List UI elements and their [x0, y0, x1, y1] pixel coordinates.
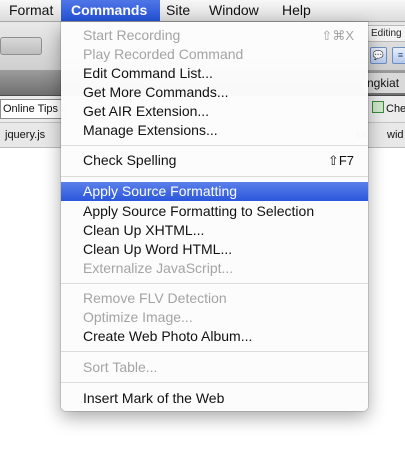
file-tab-wid[interactable]: wid [387, 127, 404, 143]
menu-item-label: Apply Source Formatting to Selection [83, 203, 315, 219]
menu-item-sort-table[interactable]: Sort Table... [61, 358, 368, 377]
menu-item-clean-up-xhtml[interactable]: Clean Up XHTML... [61, 221, 368, 240]
menu-item-label: Play Recorded Command [83, 46, 244, 62]
menu-item-label: Get AIR Extension... [83, 103, 210, 119]
menu-item-shortcut: ⇧⌘X [321, 28, 354, 43]
menu-item-create-web-photo-album[interactable]: Create Web Photo Album... [61, 327, 368, 346]
che-label: Che [386, 103, 405, 115]
menu-separator [61, 283, 368, 284]
menu-separator [61, 176, 368, 177]
menu-item-get-air-extension[interactable]: Get AIR Extension... [61, 102, 368, 121]
toolbar-field[interactable] [0, 37, 42, 55]
menu-item-manage-extensions[interactable]: Manage Extensions... [61, 121, 368, 140]
commands-menu: Start Recording ⇧⌘X Play Recorded Comman… [61, 22, 368, 411]
menu-bar: Format Commands Site Window Help [0, 0, 405, 22]
menu-item-clean-up-word-html[interactable]: Clean Up Word HTML... [61, 240, 368, 259]
editing-tab[interactable]: Editing [367, 25, 405, 42]
menu-item-label: Sort Table... [83, 359, 158, 375]
menu-item-apply-source-formatting-to-selection[interactable]: Apply Source Formatting to Selection [61, 202, 368, 221]
menu-item-get-more-commands[interactable]: Get More Commands... [61, 83, 368, 102]
menu-item-label: Remove FLV Detection [83, 290, 227, 306]
menu-item-label: Apply Source Formatting [83, 183, 238, 199]
menu-separator [61, 351, 368, 352]
menu-item-label: Check Spelling [83, 152, 177, 168]
menu-help[interactable]: Help [273, 0, 320, 21]
menu-item-label: Edit Command List... [83, 65, 213, 81]
menu-separator [61, 382, 368, 383]
menu-item-insert-mark-of-the-web[interactable]: Insert Mark of the Web [61, 389, 368, 408]
menu-item-label: Externalize JavaScript... [83, 260, 234, 276]
menu-window[interactable]: Window [200, 0, 268, 21]
online-tips-field[interactable]: Online Tips t [0, 99, 66, 119]
menu-item-label: Start Recording [83, 27, 181, 43]
menu-item-externalize-javascript[interactable]: Externalize JavaScript... [61, 259, 368, 278]
comment-icon[interactable]: 💬 [370, 47, 387, 64]
list-icon[interactable]: ≡ [392, 47, 405, 64]
file-tab-jquery[interactable]: jquery.js [5, 127, 45, 143]
menu-item-edit-command-list[interactable]: Edit Command List... [61, 64, 368, 83]
che-item[interactable]: Che [372, 100, 405, 118]
menu-item-start-recording[interactable]: Start Recording ⇧⌘X [61, 26, 368, 45]
menu-item-label: Get More Commands... [83, 84, 229, 100]
menu-item-label: Clean Up XHTML... [83, 222, 205, 238]
menu-item-remove-flv-detection[interactable]: Remove FLV Detection [61, 289, 368, 308]
menu-site[interactable]: Site [157, 0, 199, 21]
menu-item-shortcut: ⇧F7 [327, 153, 354, 168]
menu-item-label: Manage Extensions... [83, 122, 218, 138]
menu-commands[interactable]: Commands [61, 0, 160, 21]
check-icon [372, 101, 384, 113]
menu-item-check-spelling[interactable]: Check Spelling ⇧F7 [61, 151, 368, 170]
menu-item-label: Create Web Photo Album... [83, 328, 253, 344]
menu-item-label: Insert Mark of the Web [83, 390, 225, 406]
site-tab[interactable]: ngkiat [365, 73, 405, 93]
menu-item-label: Clean Up Word HTML... [83, 241, 233, 257]
menu-item-label: Optimize Image... [83, 309, 193, 325]
menu-item-play-recorded-command[interactable]: Play Recorded Command [61, 45, 368, 64]
menu-format[interactable]: Format [0, 0, 62, 21]
menu-item-optimize-image[interactable]: Optimize Image... [61, 308, 368, 327]
menu-separator [61, 145, 368, 146]
menu-item-apply-source-formatting[interactable]: Apply Source Formatting [61, 182, 368, 201]
